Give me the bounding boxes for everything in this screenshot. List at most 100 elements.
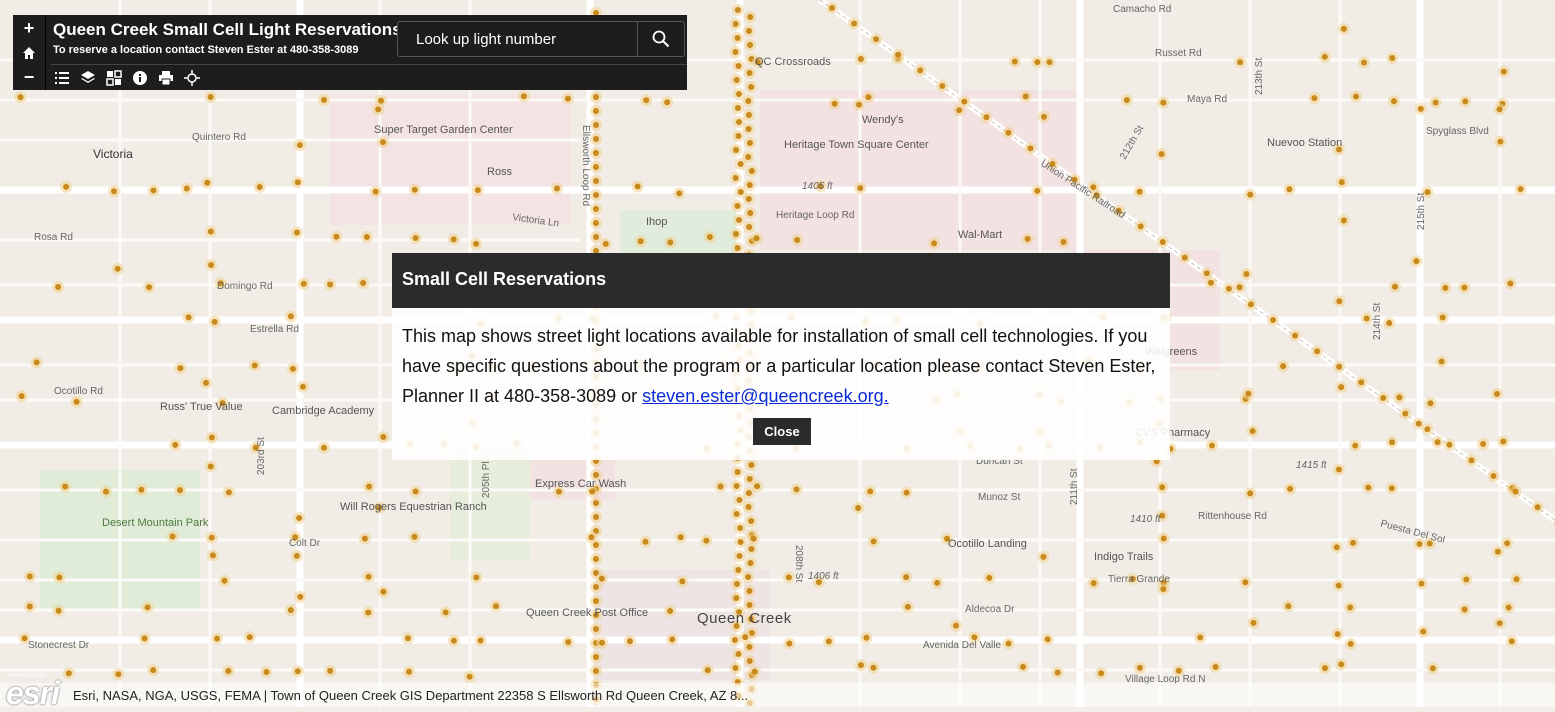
street-light-marker[interactable] [735,651,742,657]
street-light-marker[interactable] [593,192,599,198]
street-light-marker[interactable] [294,229,301,236]
street-light-marker[interactable] [870,538,877,545]
street-light-marker[interactable] [593,556,599,562]
street-light-marker[interactable] [299,383,306,390]
street-light-marker[interactable] [593,94,599,100]
street-light-marker[interactable] [1336,298,1343,305]
street-light-marker[interactable] [734,469,741,475]
street-light-marker[interactable] [748,518,755,524]
street-light-marker[interactable] [732,665,739,671]
street-light-marker[interactable] [466,673,473,680]
street-light-marker[interactable] [138,486,145,493]
street-light-marker[interactable] [939,83,946,89]
street-light-marker[interactable] [735,133,742,139]
street-light-marker[interactable] [1159,239,1166,245]
street-light-marker[interactable] [593,542,599,548]
street-light-marker[interactable] [1340,217,1347,224]
street-light-marker[interactable] [754,483,761,490]
street-light-marker[interactable] [1054,669,1061,676]
street-light-marker[interactable] [1250,619,1257,626]
street-light-marker[interactable] [736,119,743,125]
street-light-marker[interactable] [203,379,210,386]
street-light-marker[interactable] [1497,138,1504,145]
street-light-marker[interactable] [1347,604,1354,611]
street-light-marker[interactable] [746,140,753,146]
street-light-marker[interactable] [1203,270,1210,277]
street-light-marker[interactable] [207,463,214,470]
street-light-marker[interactable] [62,483,69,490]
street-light-marker[interactable] [734,35,741,41]
street-light-marker[interactable] [634,183,641,190]
street-light-marker[interactable] [602,240,609,247]
street-light-marker[interactable] [1335,582,1342,589]
street-light-marker[interactable] [593,108,599,114]
street-light-marker[interactable] [745,574,752,580]
street-light-marker[interactable] [593,584,599,590]
street-light-marker[interactable] [747,210,754,216]
street-light-marker[interactable] [553,185,560,192]
street-light-marker[interactable] [626,638,633,645]
street-light-marker[interactable] [599,639,606,646]
street-light-marker[interactable] [321,444,328,451]
street-light-marker[interactable] [917,67,924,74]
street-light-marker[interactable] [372,188,379,195]
street-light-marker[interactable] [593,178,599,184]
legend-button[interactable] [51,68,73,88]
street-light-marker[interactable] [1335,466,1342,473]
street-light-marker[interactable] [737,161,744,167]
search-button[interactable] [637,22,684,56]
street-light-marker[interactable] [1446,441,1453,448]
street-light-marker[interactable] [1494,548,1501,555]
street-light-marker[interactable] [745,98,752,104]
street-light-marker[interactable] [56,574,63,581]
street-light-marker[interactable] [642,538,649,545]
street-light-marker[interactable] [204,179,211,186]
street-light-marker[interactable] [177,487,184,494]
street-light-marker[interactable] [1022,93,1029,100]
street-light-marker[interactable] [1500,438,1507,445]
street-light-marker[interactable] [1181,254,1188,261]
street-light-marker[interactable] [520,93,527,100]
street-light-marker[interactable] [1391,283,1398,290]
street-light-marker[interactable] [734,105,741,111]
street-light-marker[interactable] [21,635,28,642]
street-light-marker[interactable] [150,667,157,674]
street-light-marker[interactable] [733,147,740,153]
street-light-marker[interactable] [18,393,25,400]
street-light-marker[interactable] [1336,363,1343,370]
street-light-marker[interactable] [300,280,307,287]
street-light-marker[interactable] [1432,99,1439,106]
street-light-marker[interactable] [361,535,368,542]
zoom-out-button[interactable]: − [13,65,45,89]
street-light-marker[interactable] [251,362,258,369]
street-light-marker[interactable] [375,106,382,113]
street-light-marker[interactable] [473,240,480,247]
street-light-marker[interactable] [793,486,800,493]
street-light-marker[interactable] [473,574,480,581]
street-light-marker[interactable] [1416,541,1423,548]
street-light-marker[interactable] [1338,384,1345,391]
street-light-marker[interactable] [1040,113,1047,120]
home-button[interactable] [13,40,45,64]
street-light-marker[interactable] [450,236,457,243]
street-light-marker[interactable] [289,365,296,372]
street-light-marker[interactable] [934,579,941,586]
street-light-marker[interactable] [1434,439,1441,446]
street-light-marker[interactable] [1504,540,1511,547]
street-light-marker[interactable] [1207,279,1214,286]
street-light-marker[interactable] [1209,442,1216,449]
street-light-marker[interactable] [786,640,793,647]
street-light-marker[interactable] [736,553,743,559]
street-light-marker[interactable] [1243,270,1250,277]
street-light-marker[interactable] [296,514,303,521]
street-light-marker[interactable] [492,603,499,610]
about-button[interactable] [129,68,151,88]
street-light-marker[interactable] [593,220,599,226]
street-light-marker[interactable] [855,505,862,512]
street-light-marker[interactable] [1247,490,1254,497]
street-light-marker[interactable] [734,7,741,13]
street-light-marker[interactable] [55,607,62,614]
street-light-marker[interactable] [746,602,753,608]
street-light-marker[interactable] [1286,186,1293,193]
street-light-marker[interactable] [1353,93,1360,100]
